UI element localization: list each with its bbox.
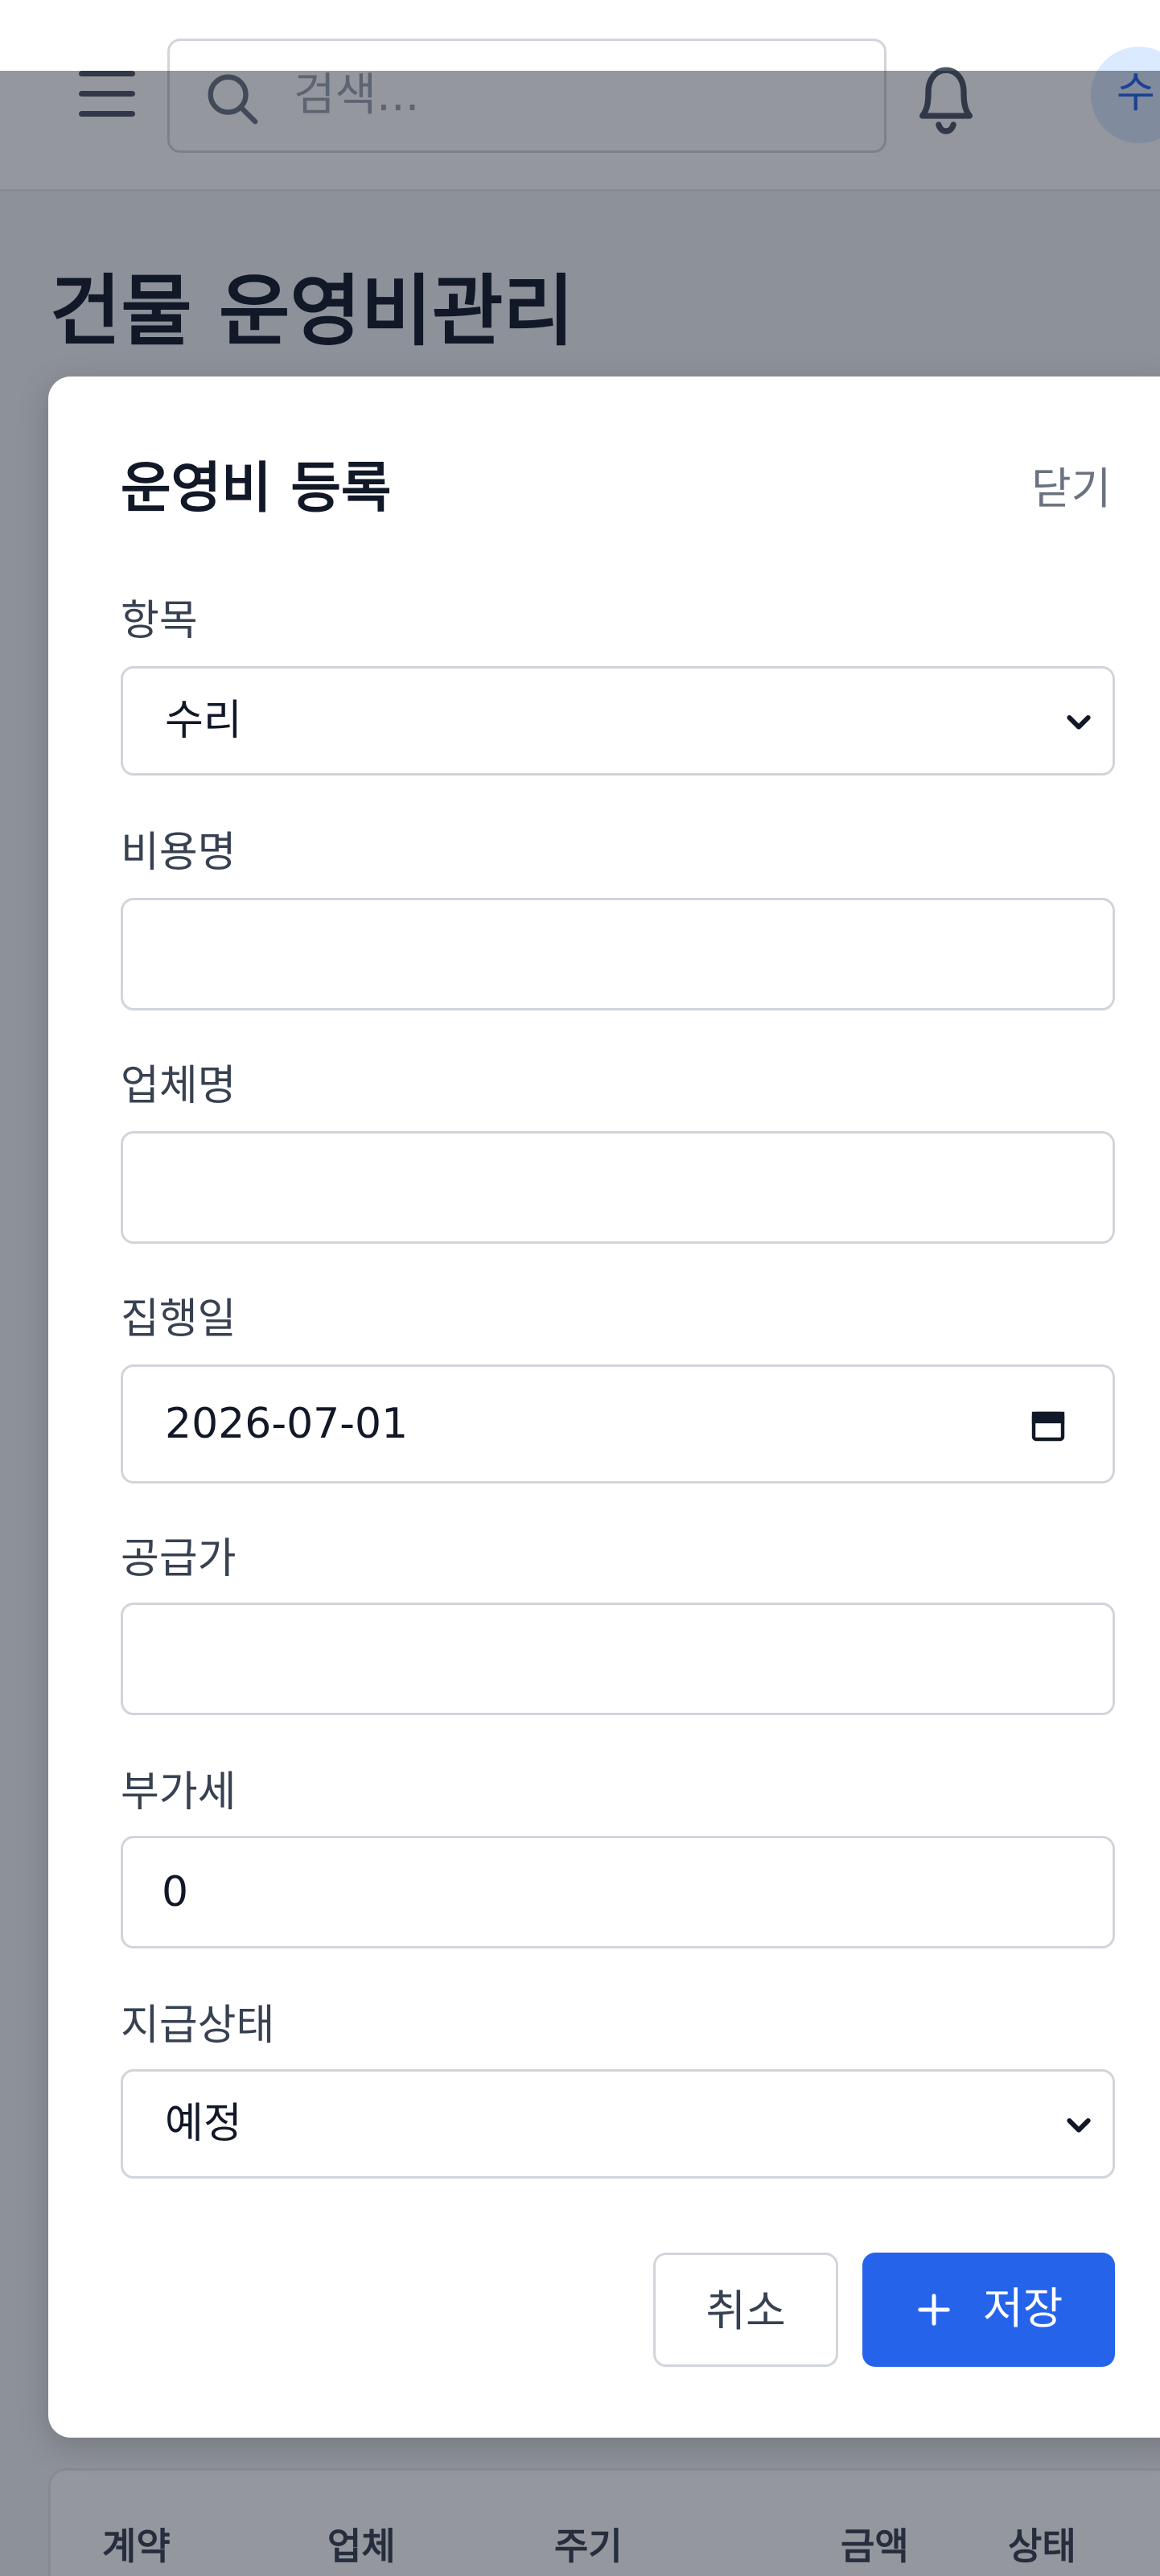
save-button-label: 저장 [983,2283,1063,2334]
modal-title: 운영비 등록 [121,457,392,521]
expense-name-input[interactable] [121,898,1115,1010]
supply-price-label: 공급가 [121,1535,237,1583]
category-value: 수리 [165,697,242,745]
save-button[interactable]: 저장 [862,2253,1115,2367]
plus-icon [918,2294,950,2326]
vat-value: 0 [162,1868,189,1916]
vendor-input[interactable] [121,1131,1115,1244]
payment-status-select[interactable]: 예정 [121,2069,1115,2179]
supply-price-input[interactable] [121,1603,1115,1715]
expense-name-label: 비용명 [121,829,237,877]
payment-status-label: 지급상태 [121,2002,275,2050]
cancel-button-label: 취소 [705,2286,786,2336]
payment-status-value: 예정 [165,2100,242,2148]
expense-register-modal: 운영비 등록 닫기 항목 수리 비용명 업체명 집행일 2026-07-01 공… [48,377,1160,2438]
vendor-label: 업체명 [121,1062,237,1110]
vat-input[interactable]: 0 [121,1836,1115,1948]
execution-date-input[interactable]: 2026-07-01 [121,1364,1115,1483]
chevron-down-icon [1067,2118,1091,2133]
execution-date-label: 집행일 [121,1295,237,1344]
calendar-icon[interactable] [1029,1405,1067,1444]
close-button[interactable]: 닫기 [1031,457,1111,521]
category-label: 항목 [121,597,198,645]
category-select[interactable]: 수리 [121,666,1115,776]
execution-date-value: 2026-07-01 [165,1400,409,1448]
cancel-button[interactable]: 취소 [653,2253,838,2367]
vat-label: 부가세 [121,1768,237,1817]
chevron-down-icon [1067,715,1091,730]
